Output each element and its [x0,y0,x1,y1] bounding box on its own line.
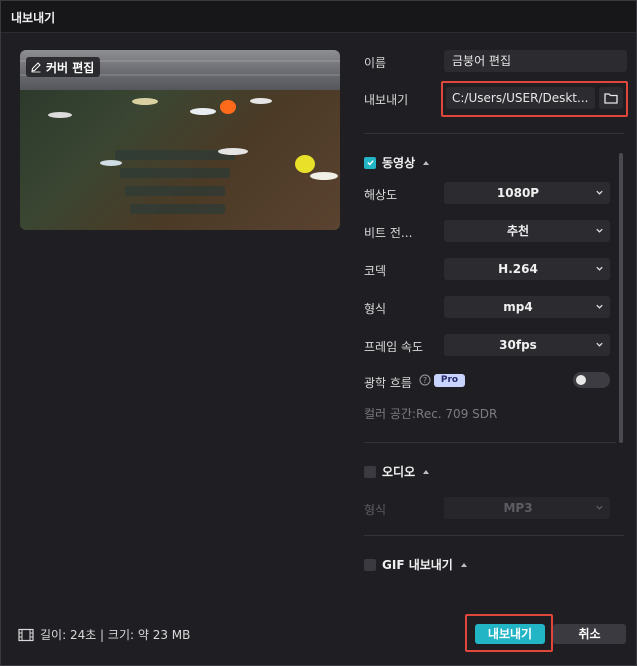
preview-fish [250,98,272,104]
preview-fish [190,108,216,115]
codec-value: H.264 [498,262,538,276]
export-button[interactable]: 내보내기 [475,624,545,644]
preview-stone [120,168,230,178]
info-icon[interactable]: ? [419,374,431,386]
section-divider [364,133,624,134]
preview-fish [310,172,338,180]
codec-label: 코덱 [364,264,387,278]
gif-checkbox[interactable] [364,558,376,571]
preview-fish [218,148,248,155]
preview-fish [100,160,122,166]
bitrate-select[interactable]: 추천 [444,220,610,242]
export-info: 길이: 24초 | 크기: 약 23 MB [18,626,190,643]
export-info-text: 길이: 24초 | 크기: 약 23 MB [40,628,191,642]
cover-edit-button[interactable]: 커버 편집 [26,57,101,77]
resolution-label: 해상도 [364,188,398,202]
gif-section-header[interactable]: GIF 내보내기 [364,556,467,573]
video-checkbox[interactable] [364,156,376,169]
format-label: 형식 [364,302,387,316]
collapse-caret-icon[interactable] [423,469,430,474]
audio-format-label: 형식 [364,503,387,517]
framerate-label: 프레임 속도 [364,340,424,354]
section-divider [364,442,616,443]
settings-scrollbar[interactable] [619,153,623,443]
preview-fish [132,98,158,105]
cancel-button[interactable]: 취소 [553,624,626,644]
optical-flow-label: 광학 흐름 [364,376,412,390]
preview-stone [130,204,225,214]
chevron-down-icon [596,228,603,233]
name-input[interactable]: 금붕어 편집 [444,50,627,72]
codec-select[interactable]: H.264 [444,258,610,280]
export-dialog: 내보내기 커버 편집 이름 금붕어 편집 내보내기 C:/Users/USER/… [0,0,637,666]
toggle-knob [576,375,586,385]
resolution-select[interactable]: 1080P [444,182,610,204]
chevron-down-icon [596,304,603,309]
preview-fish [220,100,236,114]
svg-text:?: ? [423,376,427,385]
title-bar: 내보내기 [1,1,636,33]
audio-checkbox[interactable] [364,465,376,478]
pro-badge: Pro [434,374,465,387]
audio-section-header[interactable]: 오디오 [364,463,430,480]
export-path-input[interactable]: C:/Users/USER/Deskt... [446,87,595,109]
bitrate-value: 추천 [506,224,530,238]
preview-stone [115,150,235,160]
pencil-icon [31,62,41,73]
film-icon [18,628,34,641]
optical-flow-toggle[interactable] [573,372,610,388]
cover-edit-label: 커버 편집 [46,60,95,75]
video-section-header[interactable]: 동영상 [364,154,430,171]
video-preview-thumbnail[interactable] [20,50,340,230]
format-select[interactable]: mp4 [444,296,610,318]
preview-stone [125,186,225,196]
resolution-value: 1080P [496,186,540,200]
audio-format-value: MP3 [503,501,533,515]
name-label: 이름 [364,56,387,70]
collapse-caret-icon[interactable] [460,562,467,567]
audio-format-select[interactable]: MP3 [444,497,610,519]
framerate-value: 30fps [499,338,537,352]
dialog-title: 내보내기 [11,11,56,25]
video-section-title: 동영상 [382,156,416,170]
color-space-text: 컬러 공간:Rec. 709 SDR [364,407,498,421]
chevron-down-icon [596,505,603,510]
chevron-down-icon [596,342,603,347]
chevron-down-icon [596,266,603,271]
browse-folder-button[interactable] [599,87,623,109]
format-value: mp4 [503,300,533,314]
preview-fish [295,155,315,173]
framerate-select[interactable]: 30fps [444,334,610,356]
section-divider [364,535,624,536]
bitrate-label: 비트 전... [364,226,413,240]
export-path-label: 내보내기 [364,93,409,107]
chevron-down-icon [596,190,603,195]
folder-icon [604,93,618,104]
collapse-caret-icon[interactable] [423,160,430,165]
preview-fish [48,112,72,118]
checkmark-icon [366,160,374,166]
audio-section-title: 오디오 [382,465,416,479]
gif-section-title: GIF 내보내기 [382,558,453,572]
